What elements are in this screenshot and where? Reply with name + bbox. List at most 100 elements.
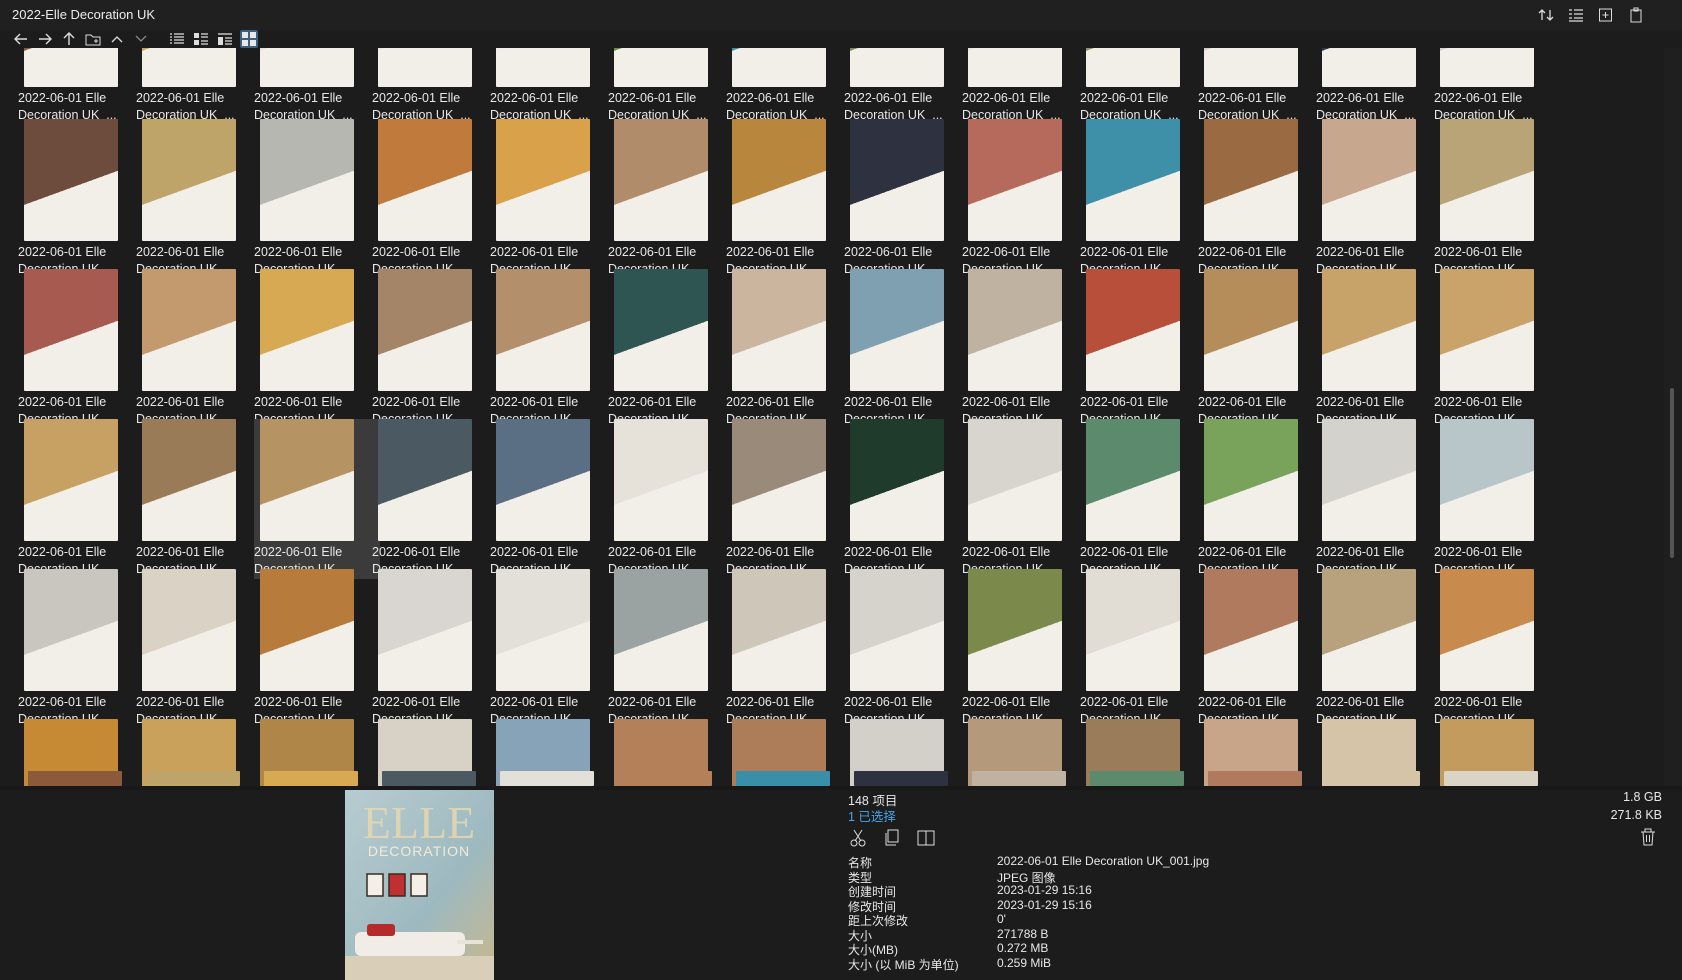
thumbnail-item[interactable]: 2022-06-01 ElleDecoration UK_... [726, 419, 852, 579]
view-list-icon[interactable] [168, 30, 186, 48]
thumbnail-item[interactable]: 2022-06-01 ElleDecoration UK_... [136, 269, 262, 429]
copy-icon[interactable] [882, 828, 902, 848]
thumbnail-item[interactable]: 2022-06-01 ElleDecoration UK_... [608, 119, 734, 279]
thumbnail-item[interactable]: 2022-06-01 ElleDecoration UK_... [18, 119, 144, 279]
thumbnail-image [614, 419, 708, 541]
thumbnail-item[interactable]: 2022-06-01 ElleDecoration UK_... [962, 119, 1088, 279]
thumbnail-item[interactable]: 2022-06-01 ElleDecoration UK_... [1434, 419, 1560, 579]
thumbnail-item[interactable]: 2022-06-01 ElleDecoration UK_... [1434, 48, 1560, 125]
scrollbar-thumb[interactable] [1670, 388, 1674, 558]
thumbnail-item[interactable]: 2022-06-01 ElleDecoration UK_... [254, 569, 380, 729]
thumbnail-item[interactable]: 2022-06-01 ElleDecoration UK_... [136, 419, 262, 579]
thumbnail-image-partial [1326, 771, 1420, 786]
detail-pane-icon[interactable] [1566, 6, 1586, 24]
thumbnail-item[interactable]: 2022-06-01 ElleDecoration UK_... [1198, 48, 1324, 125]
caption-line-1: 2022-06-01 Elle [490, 245, 579, 259]
cut-icon[interactable] [848, 828, 868, 848]
thumbnail-item[interactable]: 2022-06-01 ElleDecoration UK_... [1316, 269, 1442, 429]
thumbnail-item[interactable]: 2022-06-01 ElleDecoration UK_... [962, 269, 1088, 429]
view-thumbnails-icon[interactable] [240, 30, 258, 48]
thumbnail-item[interactable]: 2022-06-01 ElleDecoration UK_... [726, 269, 852, 429]
vertical-scrollbar[interactable] [1664, 48, 1682, 786]
thumbnail-item[interactable]: 2022-06-01 ElleDecoration UK_... [1316, 119, 1442, 279]
thumbnail-item[interactable]: 2022-06-01 ElleDecoration UK_... [1316, 419, 1442, 579]
thumbnail-grid[interactable]: 2022-06-01 Elle Decoration UK_... 2022-06-… [0, 48, 1662, 786]
thumbnail-item[interactable]: 2022-06-01 ElleDecoration UK_... [726, 48, 852, 125]
folder-icon[interactable] [84, 30, 102, 48]
caption-line-1: 2022-06-01 Elle [1080, 695, 1169, 709]
thumbnail-item[interactable]: 2022-06-01 ElleDecoration UK_... [1198, 569, 1324, 729]
thumbnail-item[interactable]: 2022-06-01 ElleDecoration UK_... [372, 419, 498, 579]
thumbnail-item[interactable]: 2022-06-01 ElleDecoration UK_... [136, 119, 262, 279]
thumbnail-item[interactable]: 2022-06-01 ElleDecoration UK_... [490, 569, 616, 729]
thumbnail-item[interactable]: 2022-06-01 ElleDecoration UK_... [1434, 119, 1560, 279]
thumbnail-item[interactable]: 2022-06-01 ElleDecoration UK_... [18, 48, 144, 125]
caption-line-1: 2022-06-01 Elle [844, 395, 933, 409]
thumbnail-item[interactable]: 2022-06-01 ElleDecoration UK_... [18, 269, 144, 429]
thumbnail-item[interactable]: 2022-06-01 ElleDecoration UK_... [18, 419, 144, 579]
thumbnail-item[interactable]: 2022-06-01 ElleDecoration UK_... [844, 569, 970, 729]
caption-line-1: 2022-06-01 Elle [844, 695, 933, 709]
thumbnail-item[interactable]: 2022-06-01 ElleDecoration UK_... [136, 569, 262, 729]
up-arrow-icon[interactable] [60, 30, 78, 48]
trash-icon[interactable] [1640, 828, 1660, 848]
thumbnail-item[interactable]: 2022-06-01 ElleDecoration UK_... [1080, 48, 1206, 125]
thumbnail-item[interactable]: 2022-06-01 ElleDecoration UK_... [608, 569, 734, 729]
thumbnail-image [1204, 419, 1298, 541]
thumbnail-item[interactable]: 2022-06-01 ElleDecoration UK_... [608, 419, 734, 579]
thumbnail-item[interactable]: 2022-06-01 ElleDecoration UK_... [726, 119, 852, 279]
chevron-down-icon[interactable] [132, 30, 150, 48]
thumbnail-item[interactable]: 2022-06-01 ElleDecoration UK_... [372, 569, 498, 729]
thumbnail-item[interactable]: 2022-06-01 ElleDecoration UK_... [136, 48, 262, 125]
thumbnail-item[interactable]: 2022-06-01 ElleDecoration UK_... [18, 569, 144, 729]
forward-arrow-icon[interactable] [36, 30, 54, 48]
sort-icon[interactable] [1536, 6, 1556, 24]
thumbnail-item[interactable]: 2022-06-01 ElleDecoration UK_... [962, 48, 1088, 125]
thumbnail-item[interactable]: 2022-06-01 ElleDecoration UK_... [372, 48, 498, 125]
clipboard-icon[interactable] [1626, 6, 1646, 24]
thumbnail-item[interactable]: 2022-06-01 ElleDecoration UK_... [490, 48, 616, 125]
open-icon[interactable] [916, 828, 936, 848]
caption-line-1: 2022-06-01 Elle [490, 545, 579, 559]
window-title: 2022-Elle Decoration UK [12, 7, 156, 22]
thumbnail-item[interactable]: 2022-06-01 ElleDecoration UK_... [844, 119, 970, 279]
thumbnail-item[interactable]: 2022-06-01 ElleDecoration UK_... [1434, 569, 1560, 729]
thumbnail-item[interactable]: 2022-06-01 ElleDecoration UK_... [608, 48, 734, 125]
thumbnail-item[interactable]: 2022-06-01 ElleDecoration UK_... [1080, 569, 1206, 729]
view-tiles-icon[interactable] [216, 30, 234, 48]
view-details-icon[interactable] [192, 30, 210, 48]
thumbnail-item[interactable]: 2022-06-01 ElleDecoration UK_... [844, 48, 970, 125]
thumbnail-item[interactable]: 2022-06-01 ElleDecoration UK_... [490, 419, 616, 579]
thumbnail-item[interactable]: 2022-06-01 ElleDecoration UK_... [844, 419, 970, 579]
thumbnail-item[interactable]: 2022-06-01 ElleDecoration UK_... [490, 119, 616, 279]
thumbnail-item[interactable]: 2022-06-01 ElleDecoration UK_... [254, 119, 380, 279]
thumbnail-image [1440, 269, 1534, 391]
thumbnail-item[interactable]: 2022-06-01 ElleDecoration UK_... [844, 269, 970, 429]
thumbnail-item[interactable]: 2022-06-01 ElleDecoration UK_... [608, 269, 734, 429]
thumbnail-item[interactable]: 2022-06-01 ElleDecoration UK_... [1316, 48, 1442, 125]
thumbnail-item[interactable]: 2022-06-01 ElleDecoration UK_... [1434, 269, 1560, 429]
thumbnail-item[interactable]: 2022-06-01 ElleDecoration UK_... [962, 419, 1088, 579]
thumbnail-item[interactable]: 2022-06-01 ElleDecoration UK_... [1198, 419, 1324, 579]
caption-line-1: 2022-06-01 Elle [136, 545, 225, 559]
thumbnail-item[interactable]: 2022-06-01 ElleDecoration UK_... [1198, 269, 1324, 429]
thumbnail-item[interactable]: 2022-06-01 ElleDecoration UK_... [962, 569, 1088, 729]
thumbnail-item[interactable]: 2022-06-01 ElleDecoration UK_... [490, 269, 616, 429]
thumbnail-item[interactable]: 2022-06-01 ElleDecoration UK_... [1080, 419, 1206, 579]
thumbnail-item[interactable]: 2022-06-01 ElleDecoration UK_... [254, 419, 380, 579]
thumbnail-item[interactable]: 2022-06-01 ElleDecoration UK_... [726, 569, 852, 729]
thumbnail-item[interactable]: 2022-06-01 ElleDecoration UK_... [254, 269, 380, 429]
new-window-icon[interactable] [1596, 6, 1616, 24]
thumbnail-item[interactable]: 2022-06-01 ElleDecoration UK_... [1080, 119, 1206, 279]
thumbnail-item[interactable]: 2022-06-01 ElleDecoration UK_... [372, 269, 498, 429]
thumbnail-item[interactable]: 2022-06-01 ElleDecoration UK_... [1316, 569, 1442, 729]
thumbnail-item[interactable]: 2022-06-01 ElleDecoration UK_... [1080, 269, 1206, 429]
thumbnail-item[interactable]: 2022-06-01 ElleDecoration UK_... [254, 48, 380, 125]
thumbnail-image [850, 48, 944, 87]
thumbnail-item[interactable]: 2022-06-01 ElleDecoration UK_... [372, 119, 498, 279]
chevron-up-icon[interactable] [108, 30, 126, 48]
back-arrow-icon[interactable] [12, 30, 30, 48]
thumbnail-item[interactable]: 2022-06-01 ElleDecoration UK_... [1198, 119, 1324, 279]
thumbnail-image [260, 119, 354, 241]
caption-line-1: 2022-06-01 Elle [372, 545, 461, 559]
